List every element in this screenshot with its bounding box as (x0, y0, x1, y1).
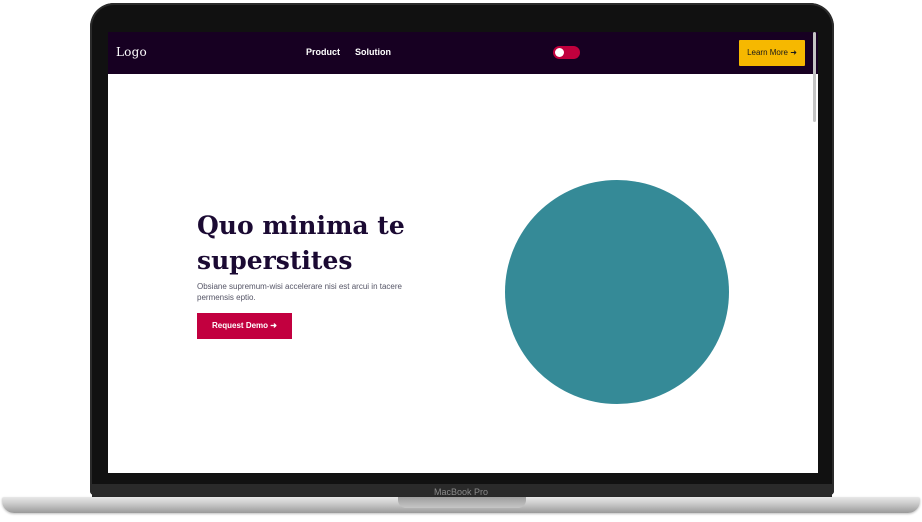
learn-more-button[interactable]: Learn More ➜ (739, 40, 805, 66)
laptop-opening-notch (398, 497, 526, 508)
request-demo-button[interactable]: Request Demo ➜ (197, 313, 292, 339)
hero-description: Obsiane supremum-wisi accelerare nisi es… (197, 282, 402, 302)
theme-toggle[interactable] (553, 46, 580, 59)
toggle-icon (555, 48, 564, 57)
website-screen: Logo Product Solution Learn More ➜ Quo m… (108, 32, 818, 473)
vertical-scrollbar[interactable] (813, 32, 816, 122)
laptop-mockup: Logo Product Solution Learn More ➜ Quo m… (0, 0, 922, 522)
nav-link-product[interactable]: Product (306, 47, 340, 57)
hero-circle-graphic (505, 180, 729, 404)
site-logo[interactable]: Logo (116, 45, 147, 59)
hero-title: Quo minima te superstites (197, 211, 405, 275)
device-label: MacBook Pro (433, 487, 489, 497)
nav-link-solution[interactable]: Solution (355, 47, 391, 57)
top-navbar: Logo Product Solution Learn More ➜ (108, 32, 818, 74)
